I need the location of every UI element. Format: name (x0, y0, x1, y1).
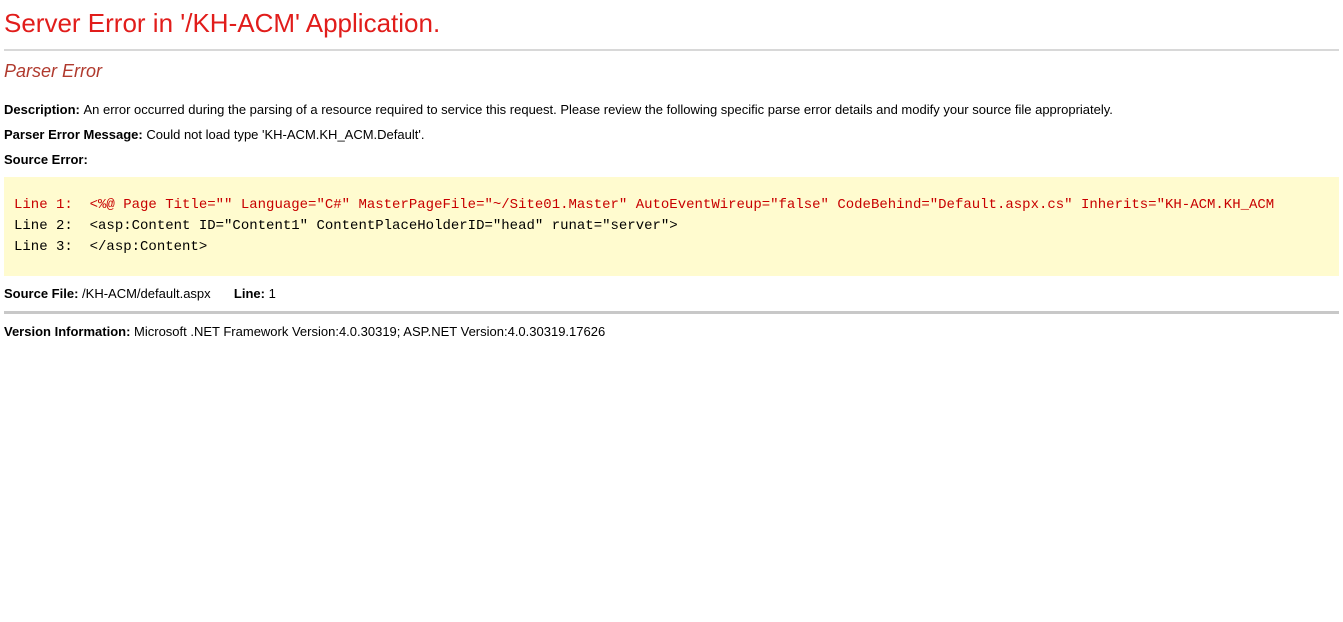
divider-top (4, 49, 1339, 51)
parser-error-label: Parser Error Message: (4, 127, 143, 142)
parser-error-text: Could not load type 'KH-ACM.KH_ACM.Defau… (146, 127, 424, 142)
parser-error-row: Parser Error Message: Could not load typ… (4, 127, 1339, 142)
source-file-row: Source File: /KH-ACM/default.aspx Line: … (4, 286, 1339, 301)
source-line-number: 1 (269, 286, 276, 301)
source-line: Line 3: </asp:Content> (14, 237, 1329, 258)
version-label: Version Information: (4, 324, 130, 339)
source-file-path: /KH-ACM/default.aspx (82, 286, 211, 301)
source-error-box: Line 1: <%@ Page Title="" Language="C#" … (4, 177, 1339, 276)
source-line-label: Line: (234, 286, 265, 301)
version-row: Version Information: Microsoft .NET Fram… (4, 324, 1339, 339)
divider-bottom (4, 311, 1339, 314)
description-label: Description: (4, 102, 80, 117)
source-file-label: Source File: (4, 286, 78, 301)
source-line: Line 2: <asp:Content ID="Content1" Conte… (14, 216, 1329, 237)
source-error-label-row: Source Error: (4, 152, 1339, 167)
page-title: Server Error in '/KH-ACM' Application. (4, 8, 1339, 39)
description-row: Description: An error occurred during th… (4, 102, 1339, 117)
description-text: An error occurred during the parsing of … (83, 102, 1112, 117)
source-line: Line 1: <%@ Page Title="" Language="C#" … (14, 195, 1329, 216)
source-error-label: Source Error: (4, 152, 88, 167)
version-text: Microsoft .NET Framework Version:4.0.303… (134, 324, 605, 339)
error-subtitle: Parser Error (4, 61, 1339, 82)
